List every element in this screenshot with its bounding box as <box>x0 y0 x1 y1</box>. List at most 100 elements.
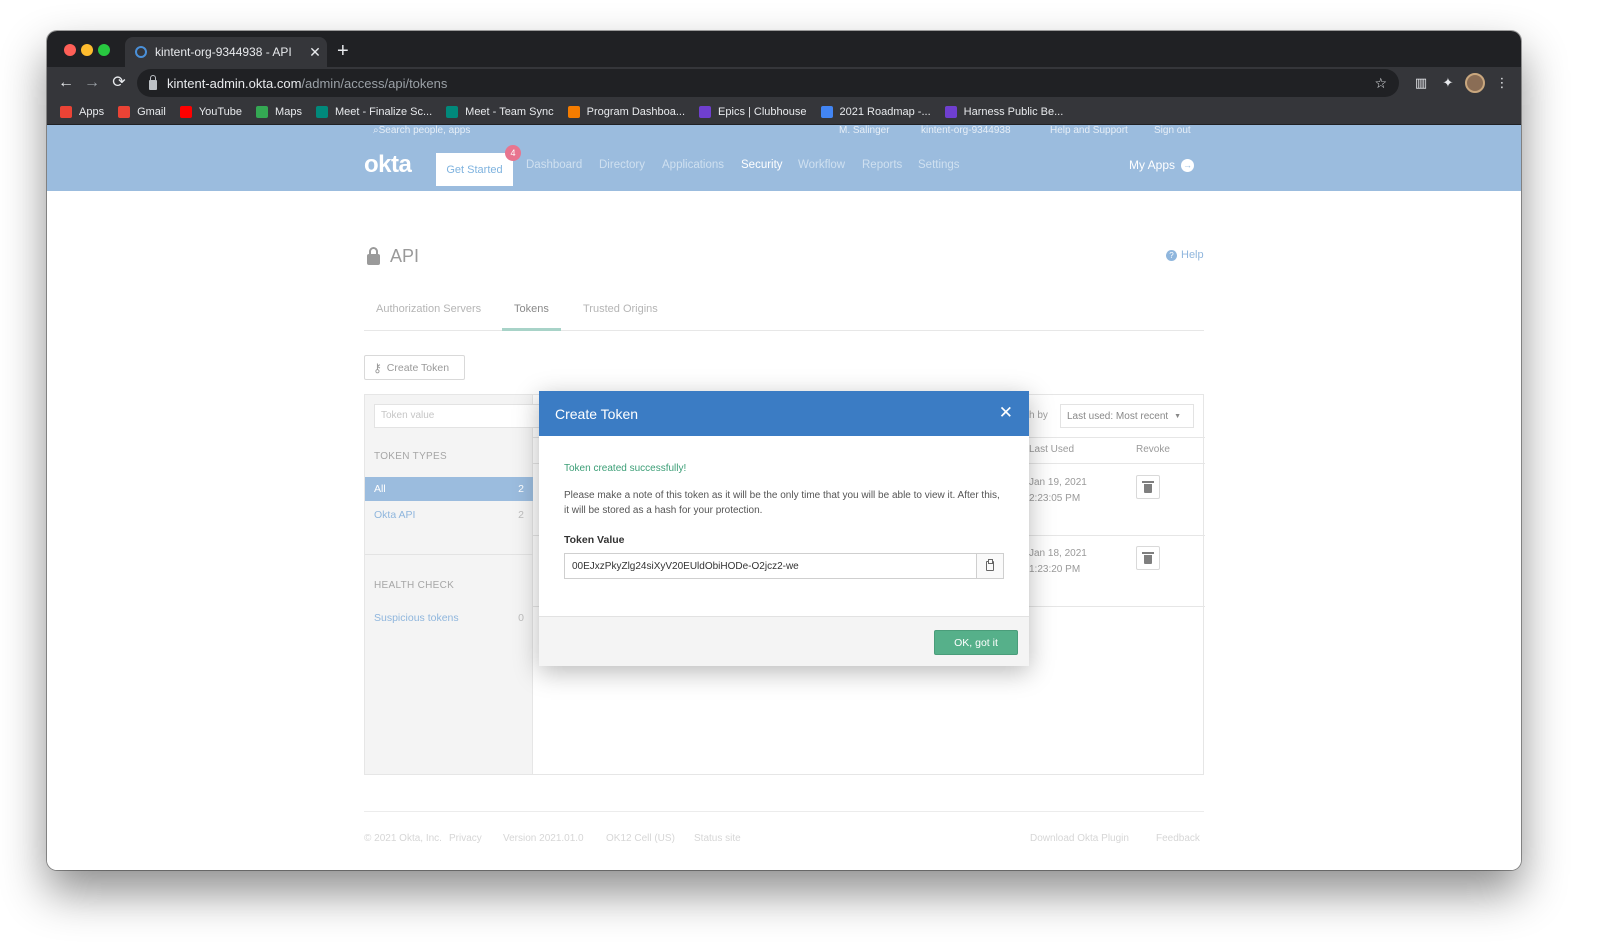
get-started-button[interactable]: Get Started <box>436 153 513 186</box>
revoke-button-row-1[interactable] <box>1136 475 1160 499</box>
footer-feedback-link[interactable]: Feedback <box>1156 833 1200 844</box>
global-search[interactable]: ⌕ Search people, apps <box>373 125 470 136</box>
bookmark-item[interactable]: Meet - Team Sync <box>446 106 554 118</box>
tab-close-icon[interactable]: ✕ <box>303 44 327 61</box>
url-host: kintent-admin.okta.com <box>167 75 302 91</box>
get-started-badge: 4 <box>505 145 521 161</box>
key-icon: ⚷ <box>373 360 382 375</box>
sidebar-item-count: 2 <box>518 509 524 521</box>
row-date: Jan 18, 2021 <box>1029 548 1087 559</box>
bookmark-item[interactable]: Apps <box>60 106 104 118</box>
tab-trusted-origins[interactable]: Trusted Origins <box>583 303 658 331</box>
bookmark-item[interactable]: Harness Public Be... <box>944 106 1063 118</box>
sidebar-item-suspicious-tokens[interactable]: Suspicious tokens 0 <box>365 606 533 630</box>
back-button[interactable]: ← <box>55 72 77 94</box>
modal-title: Create Token <box>555 405 639 422</box>
bookmark-item[interactable]: Epics | Clubhouse <box>699 106 807 118</box>
reading-list-icon[interactable]: ▥ <box>1411 73 1431 93</box>
browser-toolbar: ← → ⟳ kintent-admin.okta.com/admin/acces… <box>47 67 1521 100</box>
sign-out-link[interactable]: Sign out <box>1154 125 1191 136</box>
bookmark-label: Apps <box>79 106 105 118</box>
sidebar-item-label: Okta API <box>374 509 416 521</box>
create-token-modal: Create Token ✕ Token created successfull… <box>539 391 1029 666</box>
bookmark-favicon-icon <box>944 106 957 118</box>
forward-button[interactable]: → <box>81 72 103 94</box>
tab-authorization-servers[interactable]: Authorization Servers <box>376 303 481 331</box>
clipboard-icon <box>986 559 994 571</box>
nav-reports[interactable]: Reports <box>862 159 902 171</box>
okta-logo[interactable]: okta <box>364 151 412 179</box>
utility-row: ⌕ Search people, apps M. Salinger kinten… <box>47 125 1521 139</box>
tab-tokens[interactable]: Tokens <box>502 303 561 331</box>
bookmark-favicon-icon <box>315 106 328 118</box>
bookmark-item[interactable]: 2021 Roadmap -... <box>820 106 931 118</box>
trash-icon <box>1142 551 1154 564</box>
bookmark-item[interactable]: YouTube <box>179 106 243 118</box>
bookmark-favicon-icon <box>699 106 712 118</box>
bookmark-label: YouTube <box>198 106 243 118</box>
bookmark-label: Maps <box>275 106 302 118</box>
extensions-icon[interactable]: ✦ <box>1438 73 1458 93</box>
user-name[interactable]: M. Salinger <box>839 125 890 136</box>
footer-privacy-link[interactable]: Privacy <box>449 833 482 844</box>
address-bar[interactable]: kintent-admin.okta.com/admin/access/api/… <box>137 69 1399 97</box>
bookmark-label: Gmail <box>137 106 166 118</box>
padlock-icon <box>367 247 380 265</box>
close-window-button[interactable] <box>64 44 76 56</box>
bookmark-favicon-icon <box>567 106 580 118</box>
bookmark-item[interactable]: Maps <box>256 106 302 118</box>
sort-select[interactable]: Last used: Most recent ▼ <box>1060 404 1194 428</box>
copy-to-clipboard-button[interactable] <box>976 553 1004 579</box>
bookmark-item[interactable]: Program Dashboa... <box>567 106 685 118</box>
success-message: Token created successfully! <box>564 463 687 474</box>
bookmark-item[interactable]: Meet - Finalize Sc... <box>315 106 433 118</box>
footer-download-plugin-link[interactable]: Download Okta Plugin <box>1030 833 1129 844</box>
tab-strip: kintent-org-9344938 - API ✕ + <box>47 31 1521 67</box>
nav-dashboard[interactable]: Dashboard <box>526 159 582 171</box>
bookmark-label: Meet - Finalize Sc... <box>334 106 433 118</box>
arrow-right-icon: → <box>1181 158 1195 172</box>
bookmark-favicon-icon <box>820 106 833 118</box>
minimize-window-button[interactable] <box>81 44 93 56</box>
my-apps-link[interactable]: My Apps → <box>1129 158 1195 172</box>
page-title: API <box>367 246 419 267</box>
footer-version: Version 2021.01.0 <box>503 833 584 844</box>
profile-avatar[interactable] <box>1465 73 1485 93</box>
nav-applications[interactable]: Applications <box>662 159 724 171</box>
revoke-button-row-2[interactable] <box>1136 546 1160 570</box>
sidebar-item-okta-api[interactable]: Okta API 2 <box>365 503 533 527</box>
table-row-1-last-used: Jan 19, 2021 2:23:05 PM <box>1029 475 1087 507</box>
row-time: 2:23:05 PM <box>1029 493 1081 504</box>
sidebar-item-label: All <box>374 483 386 495</box>
nav-security[interactable]: Security <box>741 159 783 171</box>
url-path: /admin/access/api/tokens <box>301 75 448 91</box>
menu-kebab-icon[interactable]: ⋮ <box>1492 73 1512 93</box>
token-value-field[interactable] <box>564 553 977 579</box>
help-support-link[interactable]: Help and Support <box>1050 125 1128 136</box>
row-time: 1:23:20 PM <box>1029 564 1081 575</box>
footer-copyright: © 2021 Okta, Inc. <box>364 833 442 844</box>
api-tabs: Authorization Servers Tokens Trusted Ori… <box>364 298 1204 331</box>
modal-header: Create Token <box>539 391 1029 436</box>
bookmark-item[interactable]: Gmail <box>118 106 166 118</box>
token-types-heading: TOKEN TYPES <box>374 451 447 462</box>
caret-down-icon: ▼ <box>1174 412 1182 420</box>
close-icon[interactable]: ✕ <box>999 403 1013 423</box>
column-last-used: Last Used <box>1029 444 1075 455</box>
bookmark-favicon-icon <box>118 106 131 118</box>
new-tab-button[interactable]: + <box>337 39 349 63</box>
nav-workflow[interactable]: Workflow <box>798 159 845 171</box>
footer-status-link[interactable]: Status site <box>694 833 741 844</box>
okta-page: ⌕ Search people, apps M. Salinger kinten… <box>47 125 1521 870</box>
bookmark-star-icon[interactable]: ☆ <box>1374 75 1387 92</box>
reload-button[interactable]: ⟳ <box>108 72 130 94</box>
browser-tab[interactable]: kintent-org-9344938 - API ✕ <box>125 37 327 67</box>
ok-got-it-button[interactable]: OK, got it <box>934 630 1018 655</box>
nav-directory[interactable]: Directory <box>599 159 645 171</box>
help-link[interactable]: ? Help <box>1166 249 1204 261</box>
nav-settings[interactable]: Settings <box>918 159 960 171</box>
sidebar-item-all[interactable]: All 2 <box>365 477 533 501</box>
table-row-2-last-used: Jan 18, 2021 1:23:20 PM <box>1029 546 1087 578</box>
create-token-button[interactable]: ⚷ Create Token <box>364 355 465 380</box>
maximize-window-button[interactable] <box>98 44 110 56</box>
